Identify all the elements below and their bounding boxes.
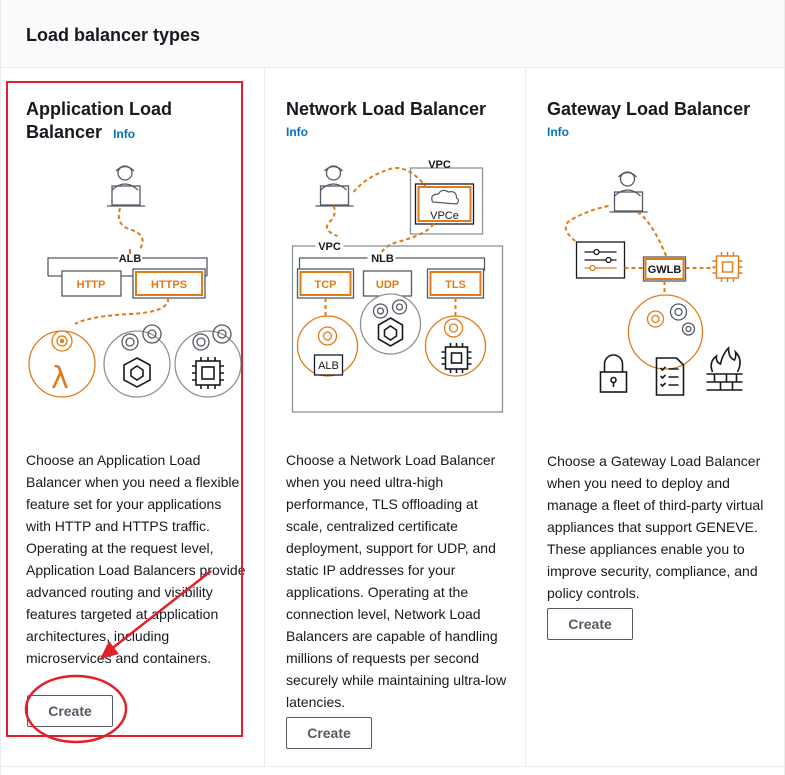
listener-https: HTTPS — [151, 279, 187, 291]
listener-http: HTTP — [77, 279, 106, 291]
vpce-label: VPCe — [430, 210, 459, 222]
firewall-icon — [706, 346, 743, 391]
card-title: Application Load Balancer Info — [26, 99, 172, 142]
card-application-load-balancer: Application Load Balancer Info ALB HTTP … — [0, 68, 265, 766]
info-link[interactable]: Info — [113, 127, 135, 141]
card-description: Choose an Application Load Balancer when… — [26, 452, 246, 666]
vpc-label: VPC — [318, 241, 341, 253]
listener-udp: UDP — [376, 279, 399, 291]
create-alb-button[interactable]: Create — [27, 695, 113, 727]
nlb-diagram: VPC VPCe VPC NLB TCP UDP TLS ALB — [291, 159, 504, 413]
card-gateway-load-balancer: Gateway Load Balancer Info GWLB Choose a… — [526, 68, 785, 766]
info-link[interactable]: Info — [286, 125, 308, 139]
card-title: Network Load Balancer — [286, 99, 487, 119]
card-network-load-balancer: Network Load Balancer Info VPC VPCe VPC … — [265, 68, 526, 766]
alb-group-label: ALB — [119, 253, 142, 265]
card-description: Choose a Gateway Load Balancer when you … — [547, 453, 764, 601]
lambda-icon: λ — [51, 361, 69, 396]
alb-diagram: ALB HTTP HTTPS λ — [28, 165, 242, 398]
person-laptop-icon — [609, 171, 648, 213]
alb-target-label: ALB — [318, 360, 339, 372]
lock-icon — [599, 354, 628, 393]
gwlb-label: GWLB — [648, 264, 682, 276]
card-title: Gateway Load Balancer — [547, 99, 751, 119]
card-description: Choose a Network Load Balancer when you … — [286, 452, 507, 710]
info-link[interactable]: Info — [547, 125, 569, 139]
gwlb-diagram: GWLB — [564, 171, 743, 396]
person-laptop-icon — [107, 165, 145, 207]
vpc-top-label: VPC — [428, 159, 451, 171]
person-laptop-icon — [315, 165, 354, 207]
listener-tls: TLS — [445, 279, 466, 291]
nlb-group-label: NLB — [371, 253, 394, 265]
listener-tcp: TCP — [315, 279, 337, 291]
chip-icon — [712, 252, 743, 282]
section-header: Load balancer types — [0, 0, 785, 68]
create-gwlb-button[interactable]: Create — [547, 608, 633, 640]
section-title: Load balancer types — [26, 25, 201, 45]
bottom-border — [0, 766, 785, 767]
create-nlb-button[interactable]: Create — [286, 717, 372, 749]
